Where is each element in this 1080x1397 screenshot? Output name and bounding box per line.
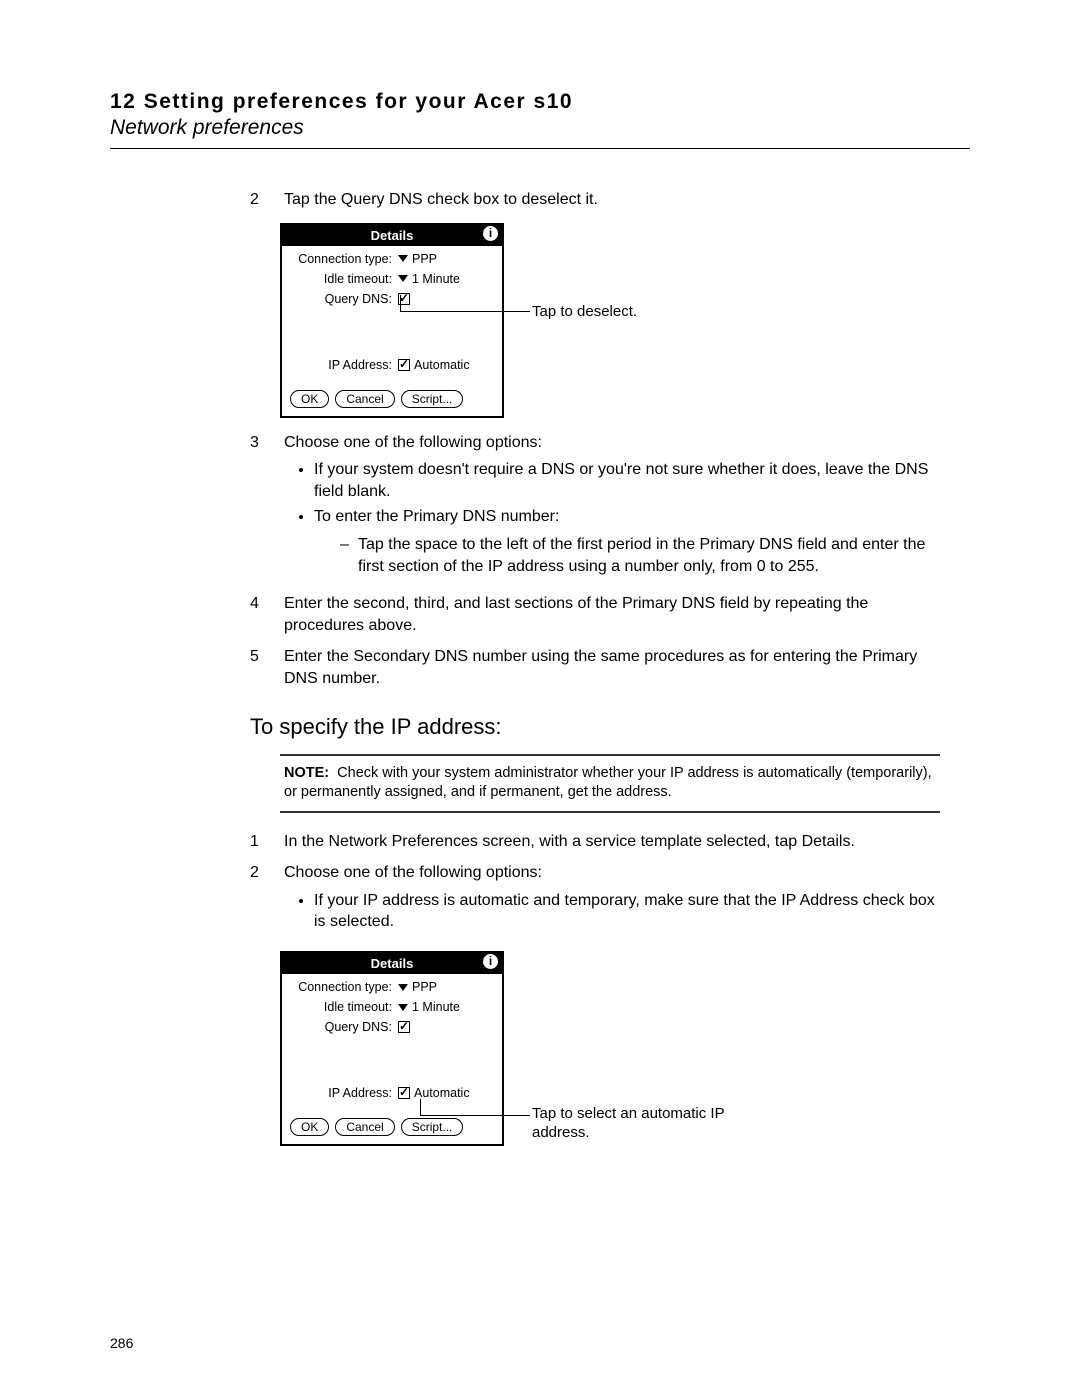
ip-address-checkbox[interactable]	[398, 1087, 410, 1099]
dropdown-icon	[398, 255, 408, 262]
ip-address-label: IP Address:	[290, 1086, 398, 1100]
figure-details-dns: Details i Connection type: PPP Idle time…	[280, 223, 970, 418]
callout-lead	[400, 311, 530, 312]
page-number: 286	[110, 1335, 133, 1351]
dialog-title-text: Details	[371, 956, 414, 971]
idle-timeout-value: 1 Minute	[412, 1000, 460, 1014]
idle-timeout-dropdown[interactable]: 1 Minute	[398, 272, 460, 286]
query-dns-checkbox[interactable]	[398, 1021, 410, 1033]
list-item: If your IP address is automatic and temp…	[314, 890, 940, 933]
callout-lead	[420, 1099, 421, 1115]
figure-callout: Tap to deselect.	[532, 303, 637, 322]
connection-type-value: PPP	[412, 980, 437, 994]
list-item: If your system doesn't require a DNS or …	[314, 459, 940, 502]
step-4: 4 Enter the second, third, and last sect…	[250, 593, 940, 636]
step-2: 2 Tap the Query DNS check box to deselec…	[250, 189, 940, 211]
note-block: NOTE: Check with your system administrat…	[280, 754, 940, 813]
ok-button[interactable]: OK	[290, 1118, 329, 1136]
query-dns-label: Query DNS:	[290, 292, 398, 306]
ip-address-value: Automatic	[414, 1086, 470, 1100]
idle-timeout-dropdown[interactable]: 1 Minute	[398, 1000, 460, 1014]
step-5: 5 Enter the Secondary DNS number using t…	[250, 646, 940, 689]
idle-timeout-value: 1 Minute	[412, 272, 460, 286]
figure-callout: Tap to select an automatic IP address.	[532, 1105, 732, 1143]
ip-address-checkbox[interactable]	[398, 359, 410, 371]
step-text: Enter the Secondary DNS number using the…	[284, 646, 940, 689]
step-text: Tap the Query DNS check box to deselect …	[284, 189, 940, 211]
figure-details-ip: Details i Connection type: PPP Idle time…	[280, 951, 970, 1146]
chapter-title: 12 Setting preferences for your Acer s10	[110, 90, 970, 114]
dropdown-icon	[398, 984, 408, 991]
step-text: Choose one of the following options:	[284, 432, 940, 454]
connection-type-dropdown[interactable]: PPP	[398, 252, 437, 266]
list-item-text: To enter the Primary DNS number:	[314, 508, 559, 525]
callout-lead	[400, 295, 401, 311]
subheading: To specify the IP address:	[250, 714, 970, 740]
dropdown-icon	[398, 275, 408, 282]
step-number: 2	[250, 189, 284, 211]
step-number: 3	[250, 432, 284, 584]
step-number: 1	[250, 831, 284, 853]
connection-type-label: Connection type:	[290, 252, 398, 266]
ip-address-value: Automatic	[414, 358, 470, 372]
list-item: Tap the space to the left of the first p…	[340, 534, 940, 577]
ip-step-1: 1 In the Network Preferences screen, wit…	[250, 831, 940, 853]
dialog-title: Details i	[282, 225, 502, 246]
ip-step-2: 2 Choose one of the following options: I…	[250, 862, 940, 939]
header-rule	[110, 148, 970, 149]
step-text: Enter the second, third, and last sectio…	[284, 593, 940, 636]
connection-type-value: PPP	[412, 252, 437, 266]
dialog-title: Details i	[282, 953, 502, 974]
cancel-button[interactable]: Cancel	[335, 1118, 394, 1136]
cancel-button[interactable]: Cancel	[335, 390, 394, 408]
step-text: Choose one of the following options:	[284, 862, 940, 884]
step-number: 4	[250, 593, 284, 636]
info-icon[interactable]: i	[483, 954, 498, 969]
section-title: Network preferences	[110, 116, 970, 140]
ok-button[interactable]: OK	[290, 390, 329, 408]
query-dns-label: Query DNS:	[290, 1020, 398, 1034]
note-label: NOTE:	[284, 765, 329, 781]
dialog-title-text: Details	[371, 228, 414, 243]
callout-lead	[420, 1115, 530, 1116]
script-button[interactable]: Script...	[401, 390, 464, 408]
idle-timeout-label: Idle timeout:	[290, 1000, 398, 1014]
dropdown-icon	[398, 1004, 408, 1011]
connection-type-dropdown[interactable]: PPP	[398, 980, 437, 994]
step-3: 3 Choose one of the following options: I…	[250, 432, 940, 584]
step-number: 2	[250, 862, 284, 939]
info-icon[interactable]: i	[483, 226, 498, 241]
list-item: To enter the Primary DNS number: Tap the…	[314, 506, 940, 577]
script-button[interactable]: Script...	[401, 1118, 464, 1136]
step-text: In the Network Preferences screen, with …	[284, 831, 940, 853]
step-number: 5	[250, 646, 284, 689]
ip-address-label: IP Address:	[290, 358, 398, 372]
idle-timeout-label: Idle timeout:	[290, 272, 398, 286]
note-text: Check with your system administrator whe…	[284, 765, 932, 801]
connection-type-label: Connection type:	[290, 980, 398, 994]
